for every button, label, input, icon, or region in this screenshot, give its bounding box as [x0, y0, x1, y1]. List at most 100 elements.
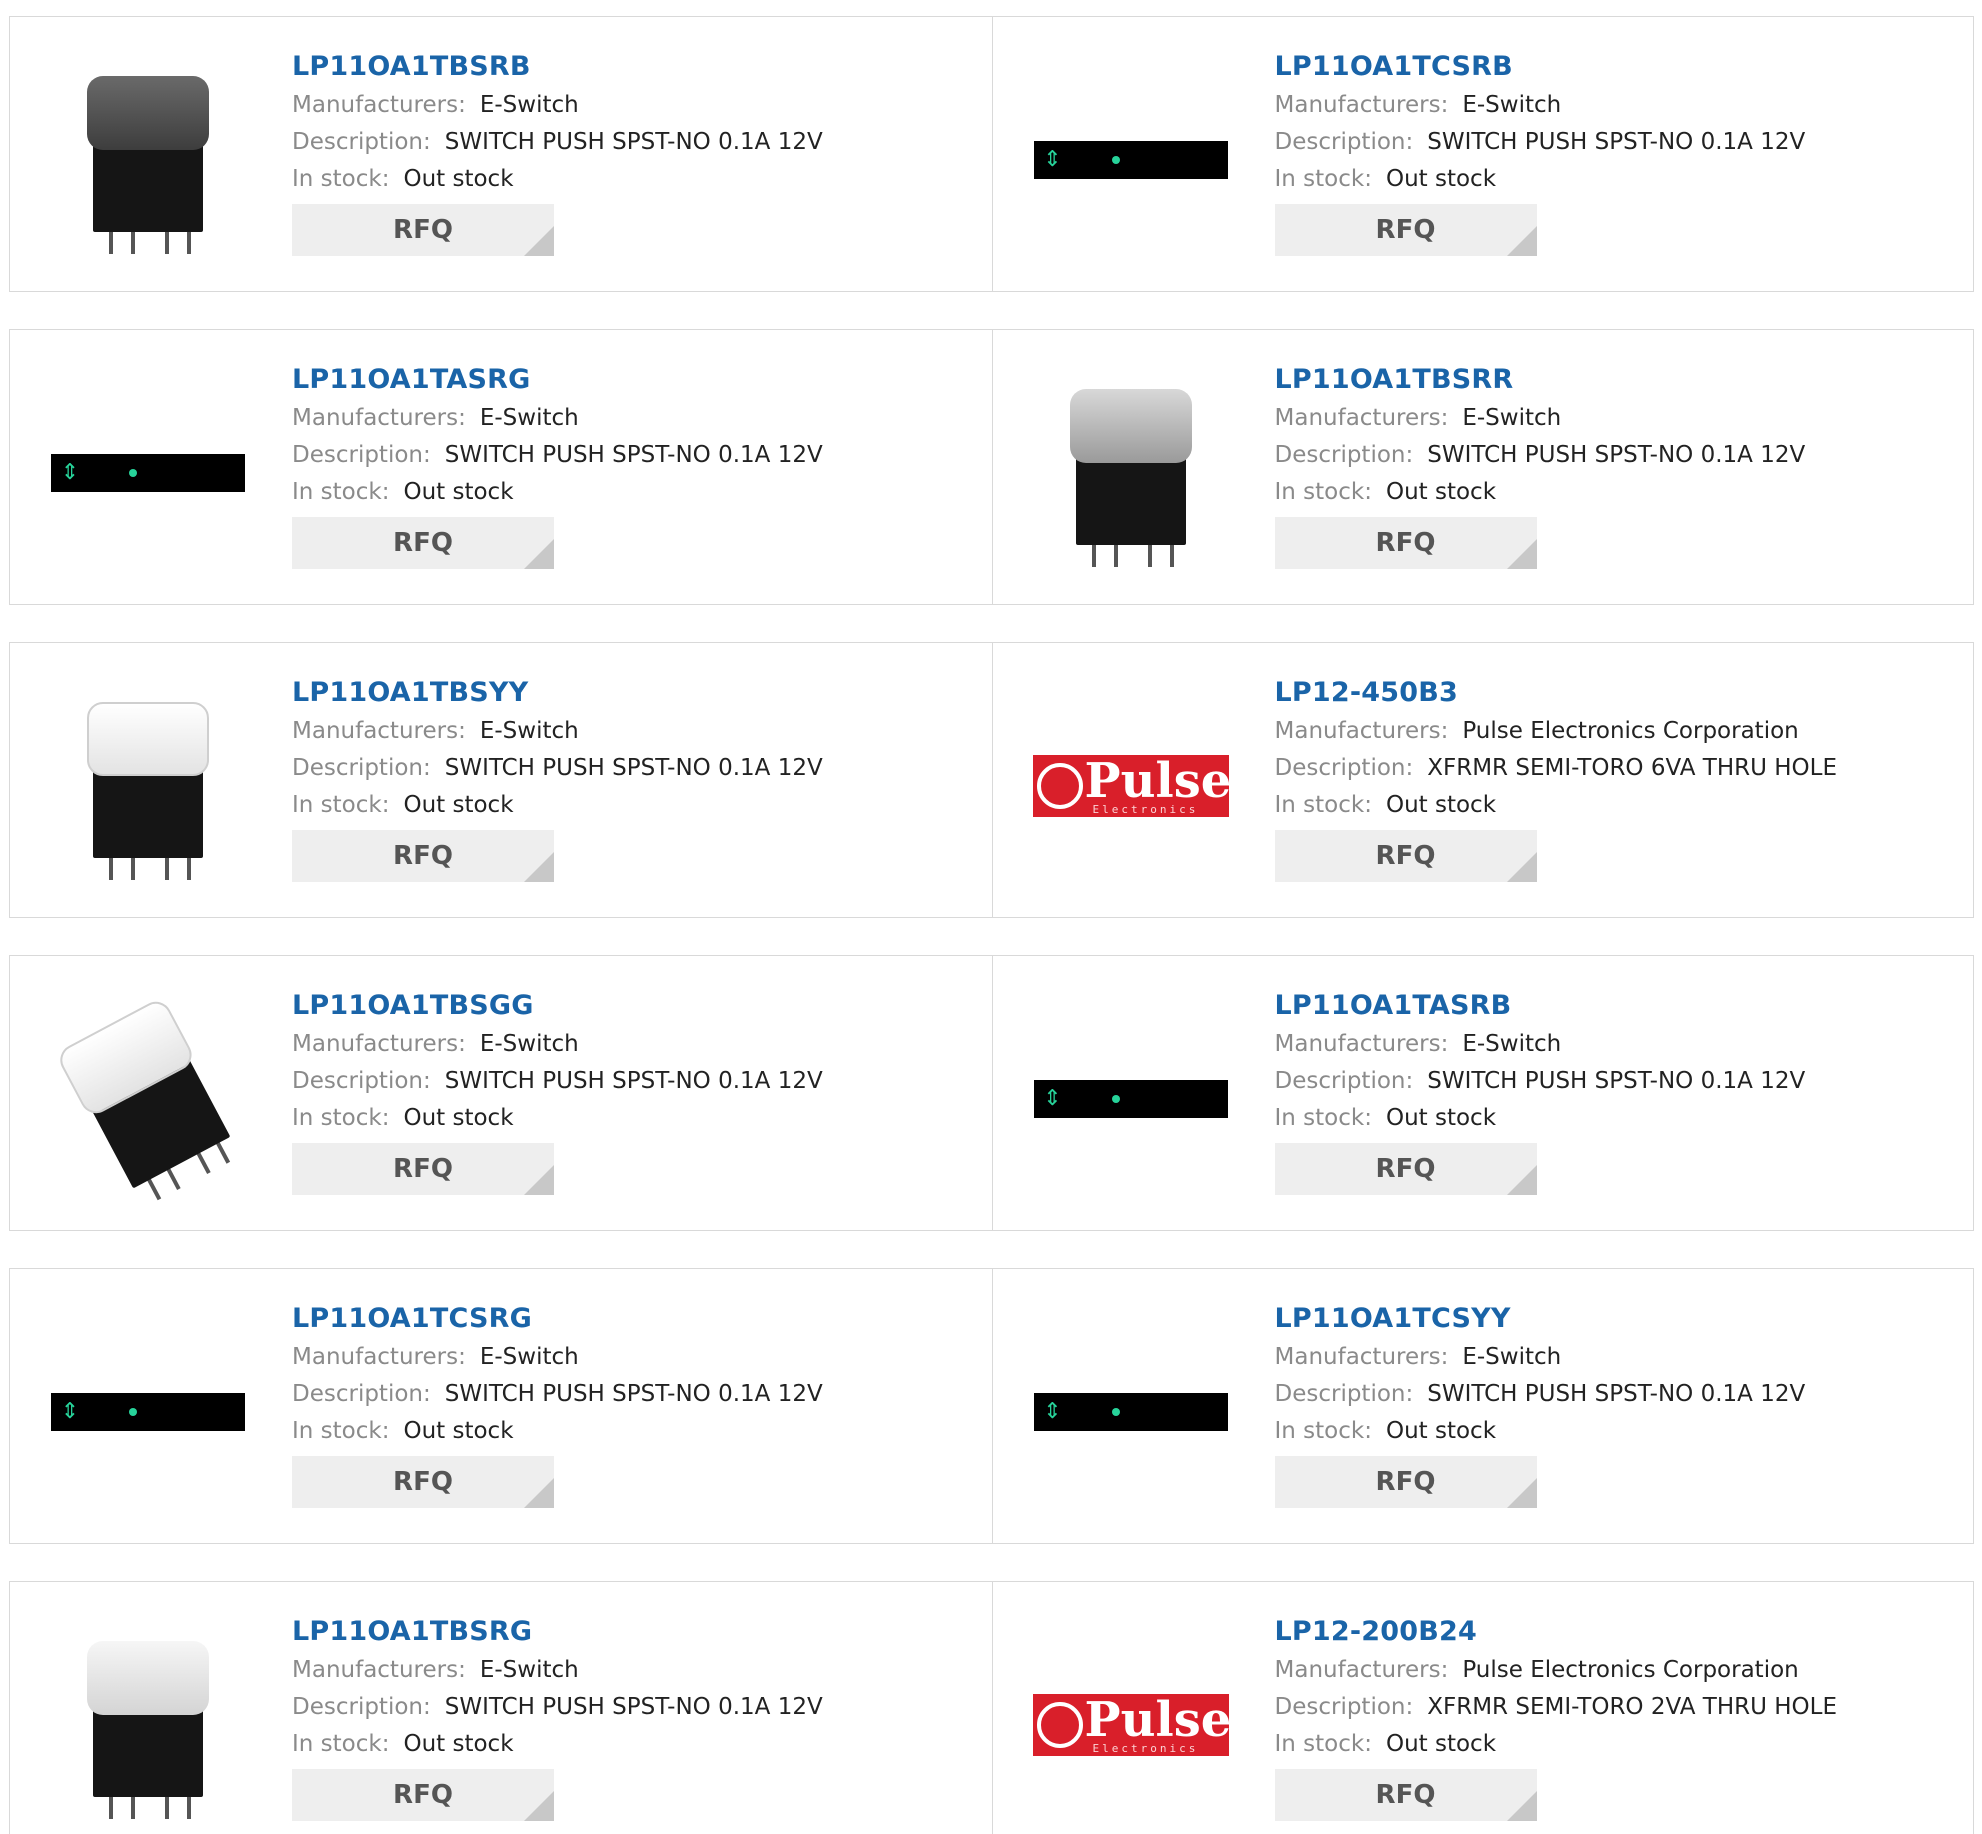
rfq-button[interactable]: RFQ: [292, 830, 554, 882]
pulse-logo-text: Pulse: [1084, 1694, 1229, 1748]
stock-row: In stock: Out stock: [1275, 787, 1954, 824]
rfq-button[interactable]: RFQ: [292, 1143, 554, 1195]
corner-triangle-icon: [524, 226, 554, 256]
manufacturer-label: Manufacturers:: [1274, 92, 1449, 118]
description-value: SWITCH PUSH SPST-NO 0.1A 12V: [1427, 442, 1806, 468]
rfq-button[interactable]: RFQ: [1274, 1456, 1537, 1508]
product-image[interactable]: [50, 62, 246, 258]
product-info: LP12-450B3 Manufacturers: Pulse Electroni…: [1274, 673, 1954, 882]
product-image[interactable]: ⇕: [1033, 1001, 1229, 1197]
product-image[interactable]: ⇕: [1033, 1314, 1229, 1510]
rfq-button[interactable]: RFQ: [1274, 517, 1537, 569]
rfq-button[interactable]: RFQ: [1274, 204, 1537, 256]
rfq-button[interactable]: RFQ: [1274, 1143, 1537, 1195]
manufacturer-row: Manufacturers: E-Switch: [1275, 1026, 1954, 1063]
part-number-link[interactable]: LP11OA1TASRG: [292, 360, 972, 400]
stock-value: Out stock: [1385, 1105, 1497, 1131]
manufacturer-label: Manufacturers:: [1274, 1344, 1449, 1370]
push-switch-image: [73, 688, 223, 884]
stock-label: In stock:: [1274, 479, 1372, 505]
product-card: LP11OA1TBSRR Manufacturers: E-Switch Desc…: [991, 330, 1974, 604]
manufacturer-label: Manufacturers:: [292, 405, 466, 431]
manufacturer-row: Manufacturers: E-Switch: [1275, 400, 1954, 437]
description-label: Description:: [1274, 442, 1414, 468]
lcd-placeholder-image: ⇕: [51, 454, 245, 492]
pulse-mark-icon: [1036, 1702, 1083, 1748]
rfq-button[interactable]: RFQ: [292, 517, 554, 569]
description-value: SWITCH PUSH SPST-NO 0.1A 12V: [444, 1068, 823, 1094]
product-info: LP12-200B24 Manufacturers: Pulse Electron…: [1274, 1612, 1954, 1821]
stock-label: In stock:: [292, 1418, 390, 1444]
description-value: SWITCH PUSH SPST-NO 0.1A 12V: [1427, 1381, 1806, 1407]
product-info: LP11OA1TBSGG Manufacturers: E-Switch Desc…: [292, 986, 972, 1195]
rfq-button[interactable]: RFQ: [292, 1769, 554, 1821]
manufacturer-label: Manufacturers:: [292, 1657, 466, 1683]
product-image[interactable]: Pulse Electronics: [1032, 1627, 1229, 1823]
product-image[interactable]: Pulse Electronics: [1032, 688, 1229, 884]
rfq-button[interactable]: RFQ: [1274, 830, 1537, 882]
part-number-link[interactable]: LP11OA1TCSRG: [292, 1299, 972, 1339]
stock-row: In stock: Out stock: [292, 1413, 972, 1450]
rfq-button[interactable]: RFQ: [292, 204, 554, 256]
switch-pin: [165, 230, 169, 254]
product-image[interactable]: ⇕: [50, 375, 246, 571]
corner-triangle-icon: [1506, 852, 1537, 882]
manufacturer-value: Pulse Electronics Corporation: [1462, 718, 1799, 744]
description-row: Description: SWITCH PUSH SPST-NO 0.1A 12V: [292, 1689, 972, 1726]
rfq-button[interactable]: RFQ: [1274, 1769, 1537, 1821]
part-number-link[interactable]: LP11OA1TBSYY: [292, 673, 972, 713]
part-number-link[interactable]: LP12-450B3: [1275, 673, 1954, 713]
product-image[interactable]: ⇕: [50, 1314, 246, 1510]
product-row: LP11OA1TBSRB Manufacturers: E-Switch Desc…: [9, 16, 1974, 292]
part-number-link[interactable]: LP11OA1TBSGG: [292, 986, 972, 1026]
pulse-mark-icon: [1036, 763, 1083, 809]
product-image[interactable]: [50, 996, 246, 1201]
manufacturer-value: E-Switch: [479, 92, 579, 118]
pulse-logo: Pulse Electronics: [1032, 755, 1229, 817]
product-image[interactable]: [50, 1627, 246, 1823]
product-image[interactable]: ⇕: [1033, 62, 1229, 258]
corner-triangle-icon: [524, 539, 554, 569]
switch-body: [93, 766, 203, 858]
stock-row: In stock: Out stock: [1275, 1100, 1954, 1137]
product-image[interactable]: [50, 688, 246, 884]
part-number-link[interactable]: LP11OA1TCSRB: [1275, 47, 1954, 87]
part-number-link[interactable]: LP11OA1TBSRB: [292, 47, 972, 87]
stock-label: In stock:: [292, 479, 390, 505]
switch-pin: [1169, 543, 1174, 567]
product-info: LP11OA1TASRB Manufacturers: E-Switch Desc…: [1274, 986, 1954, 1195]
part-number-link[interactable]: LP11OA1TBSRG: [292, 1612, 972, 1652]
switch-pin: [146, 1177, 162, 1201]
part-number-link[interactable]: LP11OA1TCSYY: [1275, 1299, 1954, 1339]
description-row: Description: SWITCH PUSH SPST-NO 0.1A 12V: [292, 124, 972, 161]
rfq-button[interactable]: RFQ: [292, 1456, 554, 1508]
description-value: XFRMR SEMI-TORO 2VA THRU HOLE: [1427, 1694, 1838, 1720]
description-value: XFRMR SEMI-TORO 6VA THRU HOLE: [1427, 755, 1838, 781]
switch-pin: [165, 1166, 181, 1190]
product-info: LP11OA1TBSRB Manufacturers: E-Switch Desc…: [292, 47, 972, 256]
part-number-link[interactable]: LP12-200B24: [1275, 1612, 1954, 1652]
part-number-link[interactable]: LP11OA1TASRB: [1275, 986, 1954, 1026]
part-number-link[interactable]: LP11OA1TBSRR: [1275, 360, 1954, 400]
product-card: LP11OA1TBSGG Manufacturers: E-Switch Desc…: [10, 956, 992, 1230]
stock-label: In stock:: [1274, 1418, 1372, 1444]
product-info: LP11OA1TCSYY Manufacturers: E-Switch Desc…: [1274, 1299, 1954, 1508]
product-row: LP11OA1TBSYY Manufacturers: E-Switch Desc…: [9, 642, 1974, 918]
stock-row: In stock: Out stock: [292, 1100, 972, 1137]
stock-row: In stock: Out stock: [292, 1726, 972, 1763]
manufacturer-label: Manufacturers:: [292, 1031, 466, 1057]
rfq-label: RFQ: [1375, 1154, 1436, 1184]
product-row: ⇕ LP11OA1TASRG Manufacturers: E-Switch De…: [9, 329, 1974, 605]
manufacturer-value: E-Switch: [1462, 1344, 1562, 1370]
stock-value: Out stock: [403, 792, 514, 818]
product-card: ⇕ LP11OA1TCSRB Manufacturers: E-Switch De…: [991, 17, 1974, 291]
dot-icon: [129, 469, 137, 477]
stock-row: In stock: Out stock: [292, 787, 972, 824]
manufacturer-value: E-Switch: [1462, 1031, 1562, 1057]
product-card: ⇕ LP11OA1TCSRG Manufacturers: E-Switch De…: [10, 1269, 992, 1543]
product-image[interactable]: [1033, 375, 1229, 571]
description-label: Description:: [1274, 1694, 1414, 1720]
rfq-label: RFQ: [393, 215, 453, 245]
stock-row: In stock: Out stock: [292, 474, 972, 511]
switch-pin: [165, 856, 169, 880]
